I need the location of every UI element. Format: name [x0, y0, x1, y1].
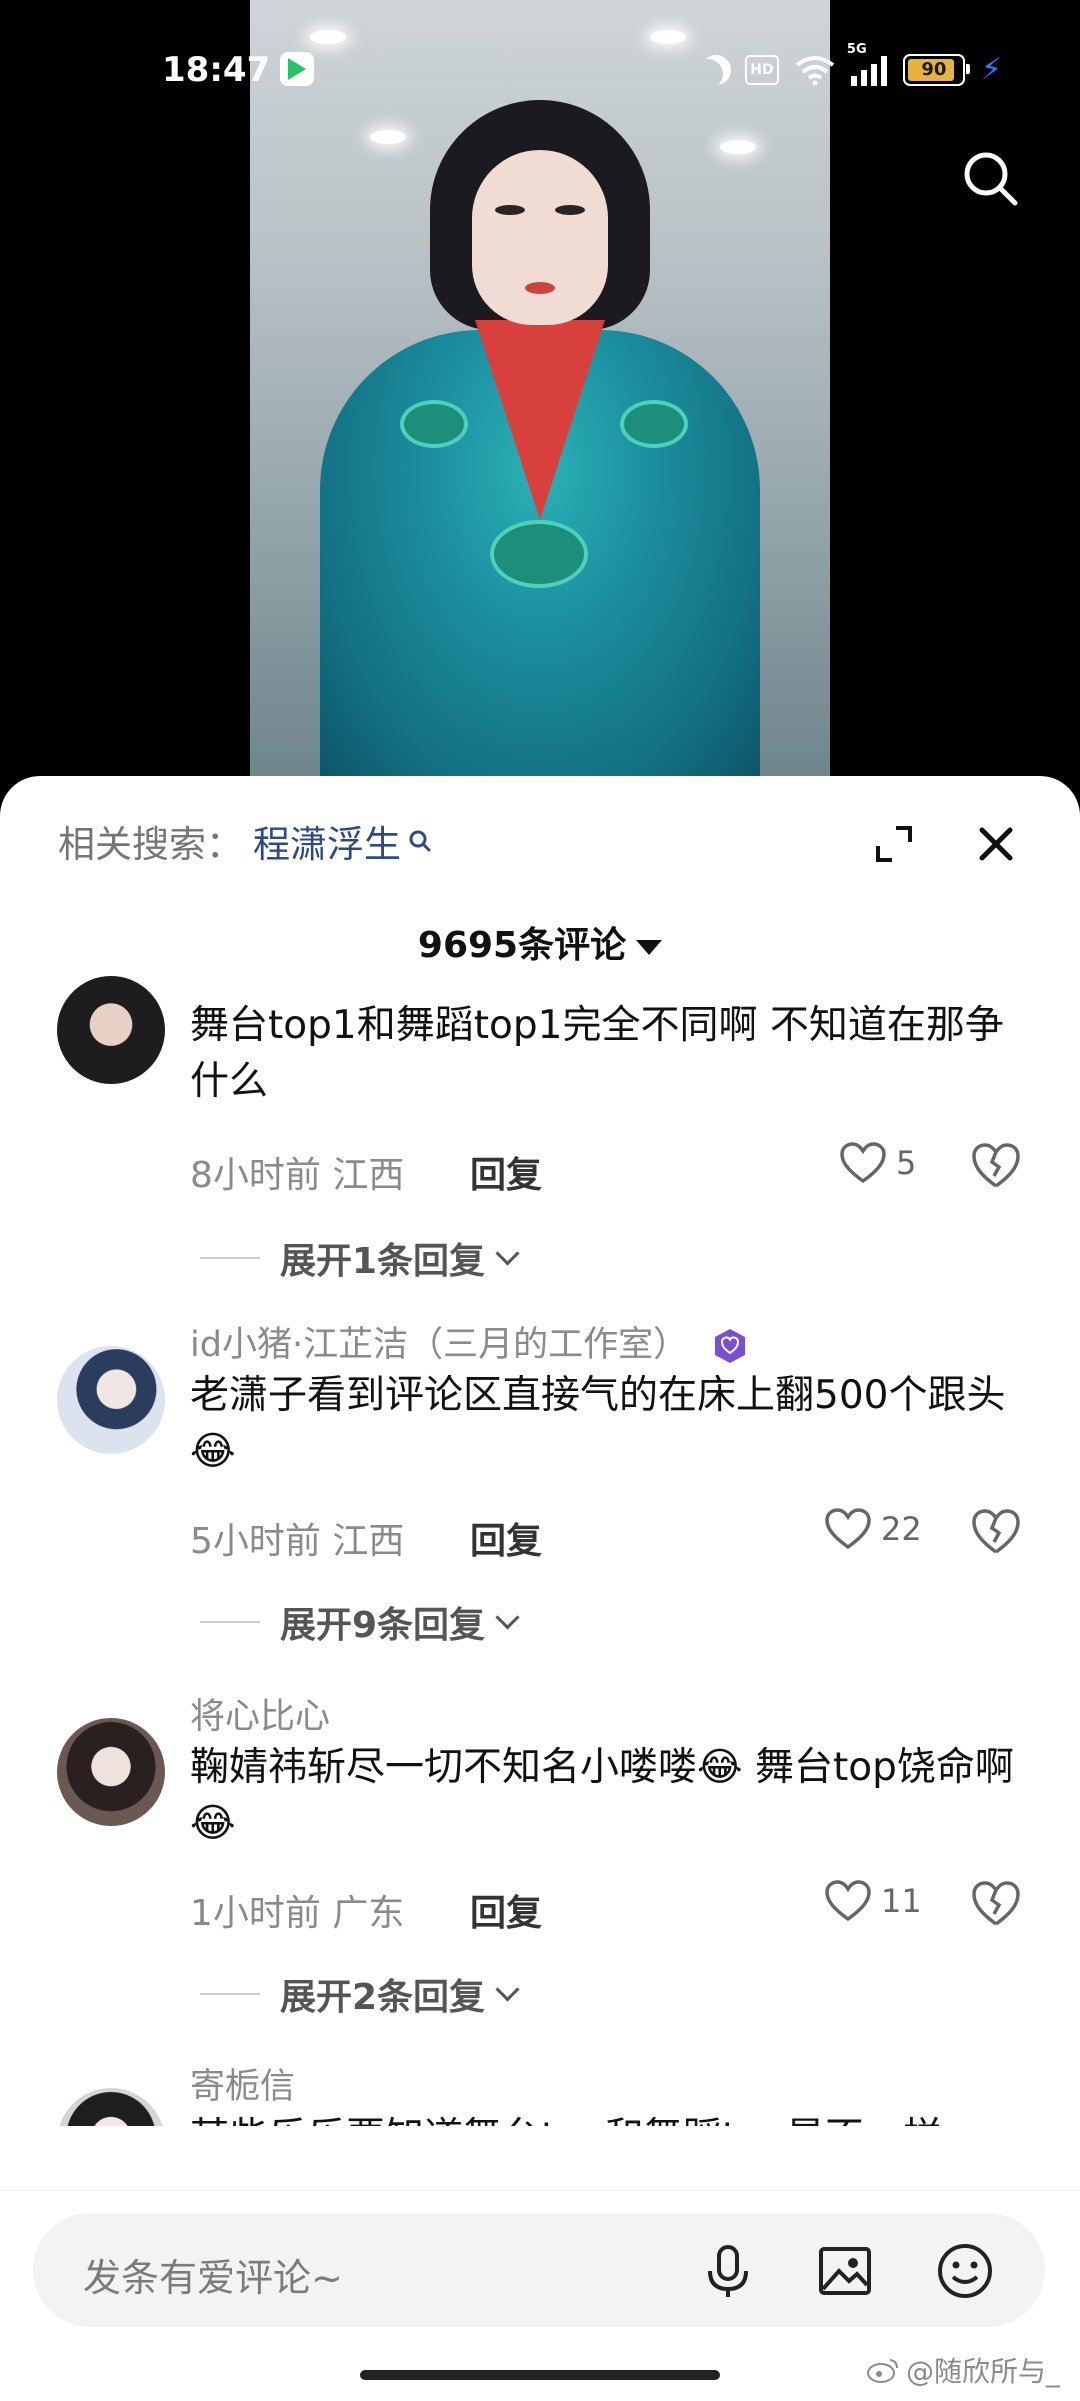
- figure-eye: [555, 205, 585, 215]
- fullscreen-icon[interactable]: [874, 824, 914, 864]
- comment-count-sort[interactable]: 9695条评论: [0, 916, 1080, 968]
- reply-button[interactable]: 回复: [470, 1512, 542, 1564]
- expand-replies-label: 展开9条回复: [280, 1605, 486, 1646]
- dislike-icon[interactable]: [972, 1880, 1020, 1928]
- like-button[interactable]: 11: [825, 1880, 922, 1922]
- avatar[interactable]: [57, 1718, 165, 1826]
- video-frame[interactable]: [250, 0, 830, 780]
- dislike-icon[interactable]: [972, 1508, 1020, 1556]
- status-bar: 18:47 HD 5G 90 ⚡: [0, 30, 1080, 110]
- watermark: @随欣所与_: [866, 2350, 1060, 2390]
- weibo-logo-icon: [866, 2359, 898, 2383]
- divider: [200, 1257, 260, 1259]
- avatar[interactable]: [57, 976, 165, 1084]
- comment-text: 老潇子看到评论区直接气的在床上翻500个跟头😂: [190, 1373, 1006, 1474]
- comment-input[interactable]: 发条有爱评论~: [33, 2213, 1045, 2327]
- charging-bolt-icon: ⚡: [980, 52, 1002, 87]
- wifi-icon: [795, 55, 835, 85]
- expand-replies[interactable]: 展开9条回复: [200, 1596, 520, 1648]
- hd-icon: HD: [744, 54, 779, 85]
- comment-username[interactable]: id小猪·江芷洁（三月的工作室）: [190, 1316, 749, 1367]
- comment-time-location: 5小时前 江西: [190, 1521, 405, 1562]
- figure-face: [472, 150, 608, 325]
- reply-button[interactable]: 回复: [470, 1884, 542, 1936]
- status-icons: HD 5G 90 ⚡: [699, 42, 1002, 87]
- related-search[interactable]: 相关搜索： 程潇浮生: [58, 814, 433, 868]
- expand-replies[interactable]: 展开2条回复: [200, 1968, 520, 2020]
- comment-text: 鞠婧祎斩尽一切不知名小喽喽😂 舞台top饶命啊😂: [190, 1745, 1014, 1846]
- figure-ornament: [620, 400, 688, 448]
- heart-icon: [840, 1142, 886, 1184]
- comment-count: 9695条评论: [417, 925, 627, 966]
- chevron-down-icon: [495, 1240, 520, 1266]
- moon-icon: [693, 59, 723, 89]
- status-time: 18:47: [162, 50, 271, 90]
- related-search-term[interactable]: 程潇浮生: [253, 814, 401, 868]
- search-icon: [409, 830, 431, 852]
- dislike-icon[interactable]: [972, 1142, 1020, 1190]
- heart-icon: [825, 1880, 871, 1922]
- figure-ornament: [490, 520, 588, 588]
- like-count: 5: [896, 1144, 917, 1182]
- like-button[interactable]: 5: [840, 1142, 916, 1184]
- close-icon[interactable]: [974, 822, 1018, 866]
- avatar[interactable]: [57, 1346, 165, 1454]
- search-icon[interactable]: [960, 148, 1020, 208]
- expand-replies-label: 展开1条回复: [280, 1241, 486, 1282]
- sheet-header: 相关搜索： 程潇浮生 9695条评论: [0, 776, 1080, 976]
- like-button[interactable]: 22: [825, 1508, 922, 1550]
- comment-text: 舞台top1和舞蹈top1完全不同啊 不知道在那争什么: [190, 1003, 1004, 1104]
- video-player[interactable]: [0, 0, 1080, 800]
- comment-username[interactable]: 寄栀信: [190, 2058, 295, 2109]
- comment-input-placeholder: 发条有爱评论~: [83, 2256, 343, 2300]
- comment-sheet: 相关搜索： 程潇浮生 9695条评论 舞台top1和舞蹈top1完全不同啊 不知…: [0, 776, 1080, 2400]
- home-indicator[interactable]: [360, 2370, 720, 2380]
- heart-icon: [825, 1508, 871, 1550]
- divider: [200, 1621, 260, 1623]
- comment-username[interactable]: 将心比心: [190, 1688, 330, 1739]
- battery-icon: 90: [902, 53, 970, 86]
- emoji-icon[interactable]: [935, 2241, 995, 2301]
- verified-badge-icon: [715, 1329, 746, 1363]
- ceiling-light: [720, 140, 756, 154]
- image-icon[interactable]: [815, 2241, 875, 2301]
- like-count: 22: [881, 1510, 922, 1548]
- comment-username-text: id小猪·江芷洁（三月的工作室）: [190, 1325, 689, 1365]
- figure-eye: [495, 205, 525, 215]
- microphone-icon[interactable]: [698, 2241, 758, 2301]
- battery-level: 90: [921, 59, 947, 80]
- watermark-text: @随欣所与_: [905, 2355, 1060, 2388]
- comment-time-location: 8小时前 江西: [190, 1155, 405, 1196]
- network-label: 5G: [846, 41, 867, 57]
- app-play-icon: [280, 52, 314, 86]
- avatar[interactable]: [57, 2088, 165, 2126]
- comment-text: 某些乐乐要知道舞台top和舞蹈top是不一样: [190, 2110, 1020, 2126]
- figure-ornament: [400, 400, 468, 448]
- caret-down-icon: [636, 939, 663, 955]
- signal-icon: 5G: [847, 42, 887, 86]
- divider: [200, 1993, 260, 1995]
- ceiling-light: [370, 130, 406, 144]
- like-count: 11: [881, 1882, 922, 1920]
- figure-lips: [525, 282, 555, 294]
- related-search-label: 相关搜索：: [58, 823, 243, 866]
- comment-list[interactable]: 舞台top1和舞蹈top1完全不同啊 不知道在那争什么 8小时前 江西 回复 5…: [0, 976, 1080, 2126]
- comment-time-location: 1小时前 广东: [190, 1893, 405, 1934]
- expand-replies-label: 展开2条回复: [280, 1977, 486, 2018]
- chevron-down-icon: [495, 1976, 520, 2002]
- reply-button[interactable]: 回复: [470, 1146, 542, 1198]
- expand-replies[interactable]: 展开1条回复: [200, 1232, 520, 1284]
- chevron-down-icon: [495, 1604, 520, 1630]
